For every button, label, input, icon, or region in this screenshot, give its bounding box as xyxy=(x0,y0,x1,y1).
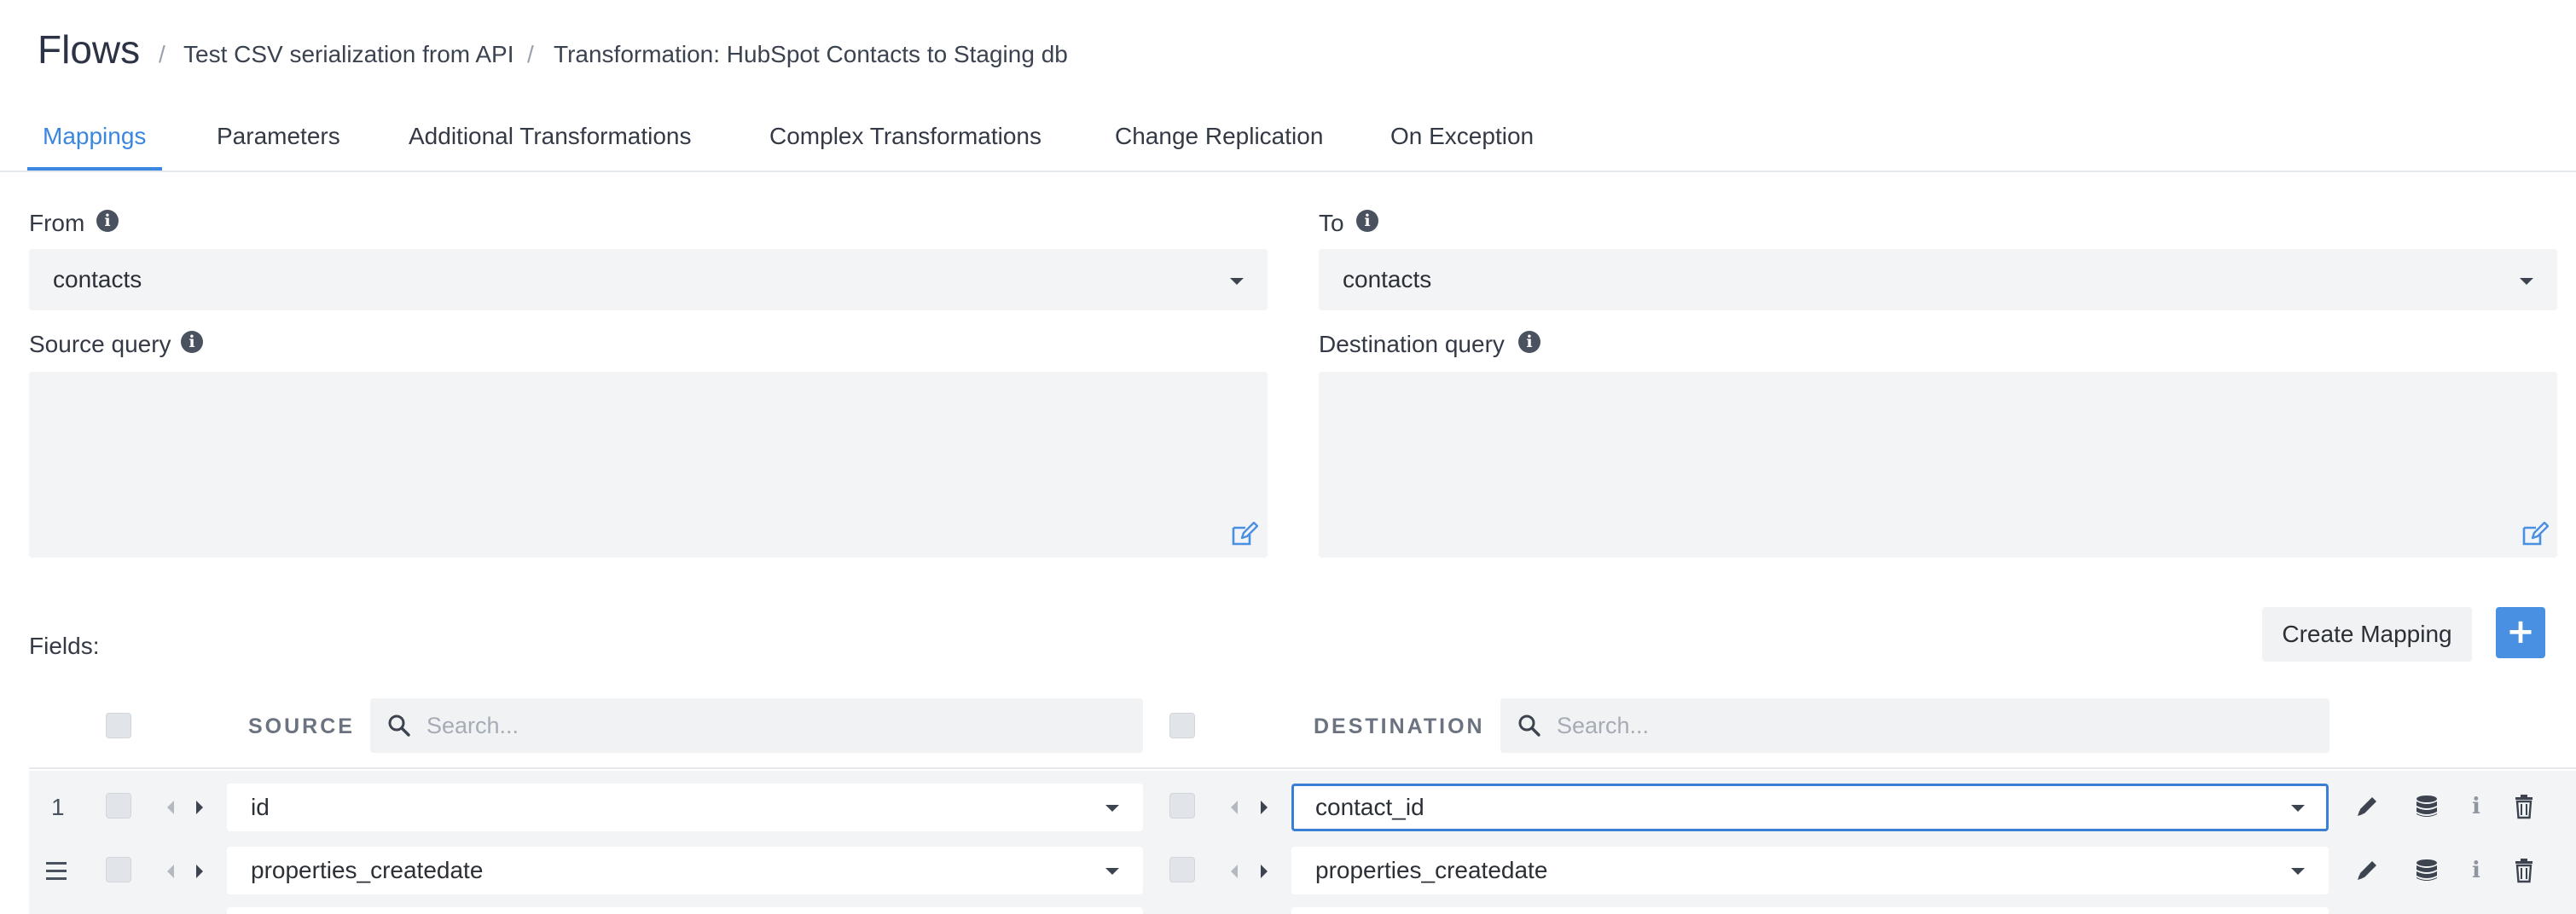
source-column-header: SOURCE xyxy=(248,714,355,738)
row-destination-checkbox[interactable] xyxy=(1169,793,1195,819)
row-source-select[interactable]: properties_createdate xyxy=(227,847,1143,894)
destination-column-header: DESTINATION xyxy=(1314,714,1485,738)
create-mapping-button[interactable]: Create Mapping xyxy=(2262,607,2472,662)
from-select[interactable]: contacts xyxy=(29,249,1268,310)
row-source-select[interactable]: id xyxy=(227,784,1143,831)
add-field-button[interactable]: + xyxy=(2496,607,2545,658)
chevron-down-icon xyxy=(1230,278,1244,285)
row-destination-select[interactable]: properties_createdate xyxy=(1291,847,2329,894)
trash-icon[interactable] xyxy=(2511,858,2537,883)
search-icon xyxy=(1518,714,1540,737)
info-icon[interactable]: i xyxy=(2463,794,2489,819)
tab-change-replication[interactable]: Change Replication xyxy=(1115,121,1323,152)
active-tab-indicator xyxy=(27,167,162,171)
destination-query-editor[interactable] xyxy=(1319,372,2557,558)
fields-label: Fields: xyxy=(29,633,100,659)
info-icon[interactable]: i xyxy=(96,210,119,232)
chevron-down-icon xyxy=(1105,805,1119,812)
breadcrumb-flow[interactable]: Test CSV serialization from API xyxy=(183,38,513,72)
destination-query-label: Destination query xyxy=(1319,331,1505,357)
destination-search-placeholder: Search... xyxy=(1557,713,1650,738)
info-icon[interactable]: i xyxy=(181,331,203,353)
arrow-right-icon[interactable] xyxy=(196,801,203,814)
arrow-left-icon[interactable] xyxy=(167,865,174,878)
tabs-divider xyxy=(0,171,2576,172)
row-source-checkbox[interactable] xyxy=(106,857,131,882)
database-icon[interactable] xyxy=(2414,858,2440,883)
select-all-destination-checkbox[interactable] xyxy=(1169,713,1195,738)
rows-divider xyxy=(29,767,2576,769)
to-select[interactable]: contacts xyxy=(1319,249,2557,310)
source-search-placeholder: Search... xyxy=(426,713,519,738)
arrow-right-icon[interactable] xyxy=(1261,865,1268,878)
arrow-right-icon[interactable] xyxy=(1261,801,1268,814)
destination-search-input[interactable]: Search... xyxy=(1500,698,2329,753)
pencil-icon[interactable] xyxy=(2354,794,2380,819)
chevron-down-icon xyxy=(1105,868,1119,875)
info-icon[interactable]: i xyxy=(2463,858,2489,883)
to-label: To xyxy=(1319,210,1344,236)
chevron-down-icon xyxy=(2520,278,2533,285)
trash-icon[interactable] xyxy=(2511,794,2537,819)
row-source-value: properties_createdate xyxy=(251,857,484,883)
arrow-left-icon[interactable] xyxy=(1231,865,1238,878)
select-all-source-checkbox[interactable] xyxy=(106,713,131,738)
arrow-left-icon[interactable] xyxy=(1231,801,1238,814)
tab-on-exception[interactable]: On Exception xyxy=(1390,121,1534,152)
row-destination-value: contact_id xyxy=(1315,794,1424,820)
row-source-select[interactable] xyxy=(227,907,1143,914)
edit-icon[interactable] xyxy=(2521,522,2549,547)
tab-parameters[interactable]: Parameters xyxy=(217,121,340,152)
row-destination-checkbox[interactable] xyxy=(1169,857,1195,882)
from-select-value: contacts xyxy=(53,266,142,292)
breadcrumb-separator: / xyxy=(159,41,165,67)
search-icon xyxy=(388,714,410,737)
breadcrumb-transformation: Transformation: HubSpot Contacts to Stag… xyxy=(554,41,1068,67)
source-query-editor[interactable] xyxy=(29,372,1268,558)
breadcrumb-separator: / xyxy=(527,41,534,67)
arrow-left-icon[interactable] xyxy=(167,801,174,814)
row-source-checkbox[interactable] xyxy=(106,793,131,819)
row-destination-value: properties_createdate xyxy=(1315,857,1548,883)
source-query-label: Source query xyxy=(29,331,171,357)
pencil-icon[interactable] xyxy=(2354,858,2380,883)
row-number: 1 xyxy=(51,794,65,820)
info-icon[interactable]: i xyxy=(1518,331,1540,353)
from-label: From xyxy=(29,210,85,236)
edit-icon[interactable] xyxy=(1231,522,1258,547)
to-select-value: contacts xyxy=(1343,266,1432,292)
source-search-input[interactable]: Search... xyxy=(370,698,1143,753)
row-destination-select[interactable]: contact_id xyxy=(1291,784,2329,831)
tab-complex-transformations[interactable]: Complex Transformations xyxy=(769,121,1041,152)
page-title: Flows xyxy=(38,27,141,72)
tab-mappings[interactable]: Mappings xyxy=(43,121,146,152)
info-icon[interactable]: i xyxy=(1356,210,1378,232)
chevron-down-icon xyxy=(2291,805,2305,812)
arrow-right-icon[interactable] xyxy=(196,865,203,878)
chevron-down-icon xyxy=(2291,868,2305,875)
drag-handle-icon[interactable] xyxy=(46,862,67,885)
tab-additional-transformations[interactable]: Additional Transformations xyxy=(409,121,692,152)
database-icon[interactable] xyxy=(2414,794,2440,819)
row-source-value: id xyxy=(251,794,270,820)
row-destination-select[interactable] xyxy=(1291,907,2329,914)
